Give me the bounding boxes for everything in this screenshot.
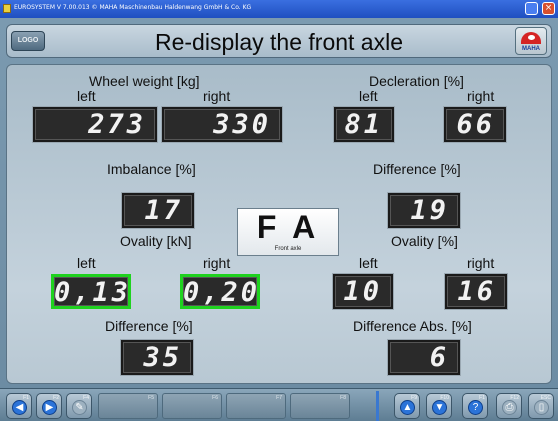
exit-door-icon: ▯ [534, 400, 549, 415]
maha-logo-icon[interactable]: MAHA [515, 27, 547, 55]
f5-empty-button[interactable]: F5 [98, 393, 158, 419]
page-title: Re-display the front axle [154, 29, 403, 55]
f12-print-button[interactable]: F12 ⎙ [496, 393, 522, 419]
header-bar: LOGO Re-display the front axle MAHA [6, 24, 552, 58]
deceleration-right-display: 66 [444, 107, 506, 142]
imbalance-display: 17 [122, 193, 194, 228]
f7-empty-button[interactable]: F7 [226, 393, 286, 419]
up-arrow-icon: ▲ [400, 400, 415, 415]
difference-abs-label: Difference Abs. [%] [353, 318, 472, 334]
axle-badge-code: F A [256, 209, 320, 245]
f7-key-label: F7 [276, 395, 282, 401]
wheel-weight-left-label: left [77, 88, 96, 104]
ovality-kn-right-label: right [203, 255, 231, 271]
help-button[interactable]: F1 ? [462, 393, 488, 419]
down-arrow-icon: ▼ [432, 400, 447, 415]
ovality-pct-left-display: 10 [333, 274, 393, 309]
wheel-weight-left-display: 273 [33, 107, 157, 142]
axle-badge: F A Front axle [237, 208, 339, 256]
f4-key-label: F4 [83, 395, 89, 401]
imbalance-label: Imbalance [%] [107, 161, 196, 177]
ovality-kn-right-display: 0,20 [180, 274, 260, 309]
help-icon: ? [468, 400, 483, 415]
f9-up-button[interactable]: F9 ▲ [394, 393, 420, 419]
ovality-kn-left-label: left [77, 255, 96, 271]
ovality-pct-right-display: 16 [445, 274, 507, 309]
axle-badge-caption: Front axle [274, 246, 302, 252]
wheel-weight-right-label: right [203, 88, 231, 104]
f4-tools-button[interactable]: F4 ✎ [66, 393, 92, 419]
ovality-kn-label: Ovality [kN] [120, 233, 192, 249]
difference-bottom-label: Difference [%] [105, 318, 193, 334]
esc-exit-button[interactable]: ESC ▯ [528, 393, 554, 419]
difference-abs-display: 6 [388, 340, 460, 375]
difference-label: Difference [%] [373, 161, 461, 177]
maha-brand-text: MAHA [522, 46, 540, 52]
f8-empty-button[interactable]: F8 [290, 393, 350, 419]
deceleration-right-label: right [467, 88, 495, 104]
difference-display: 19 [388, 193, 460, 228]
deceleration-left-label: left [359, 88, 378, 104]
f6-key-label: F6 [212, 395, 218, 401]
f9-key-label: F9 [411, 395, 417, 401]
window-titlebar: EUROSYSTEM V 7.00.013 © MAHA Maschinenba… [0, 0, 558, 18]
f10-down-button[interactable]: F10 ▼ [426, 393, 452, 419]
help-key-label: F1 [479, 395, 485, 401]
f1-back-button[interactable]: F1 ◀ [6, 393, 32, 419]
f1-key-label: F1 [23, 395, 29, 401]
function-key-toolbar: F1 ◀ F2 ▶ F4 ✎ F5 F6 F7 F8 F9 ▲ F10 ▼ F1… [0, 388, 558, 421]
logo-button[interactable]: LOGO [11, 31, 45, 51]
f5-key-label: F5 [148, 395, 154, 401]
arrow-right-icon: ▶ [42, 400, 57, 415]
wheel-weight-right-display: 330 [162, 107, 282, 142]
wrench-icon: ✎ [72, 400, 87, 415]
ovality-pct-label: Ovality [%] [391, 233, 458, 249]
close-button[interactable]: × [542, 2, 555, 15]
app-icon [3, 4, 11, 13]
print-icon: ⎙ [502, 400, 517, 415]
maha-eye-shape [528, 35, 535, 40]
ovality-kn-left-display: 0,13 [51, 274, 131, 309]
f2-key-label: F2 [53, 395, 59, 401]
window-title: EUROSYSTEM V 7.00.013 © MAHA Maschinenba… [14, 4, 252, 11]
ovality-pct-left-label: left [359, 255, 378, 271]
wheel-weight-label: Wheel weight [kg] [89, 73, 200, 89]
f8-key-label: F8 [340, 395, 346, 401]
app-screen: LOGO Re-display the front axle MAHA Whee… [0, 18, 558, 421]
ovality-pct-right-label: right [467, 255, 495, 271]
toolbar-separator [376, 391, 379, 421]
results-panel: Wheel weight [kg] left right 273 330 Dec… [6, 64, 552, 384]
deceleration-label: Decleration [%] [369, 73, 464, 89]
minimize-button[interactable] [525, 2, 538, 15]
difference-bottom-display: 35 [121, 340, 193, 375]
deceleration-left-display: 81 [334, 107, 394, 142]
f6-empty-button[interactable]: F6 [162, 393, 222, 419]
f2-forward-button[interactable]: F2 ▶ [36, 393, 62, 419]
arrow-left-icon: ◀ [12, 400, 27, 415]
